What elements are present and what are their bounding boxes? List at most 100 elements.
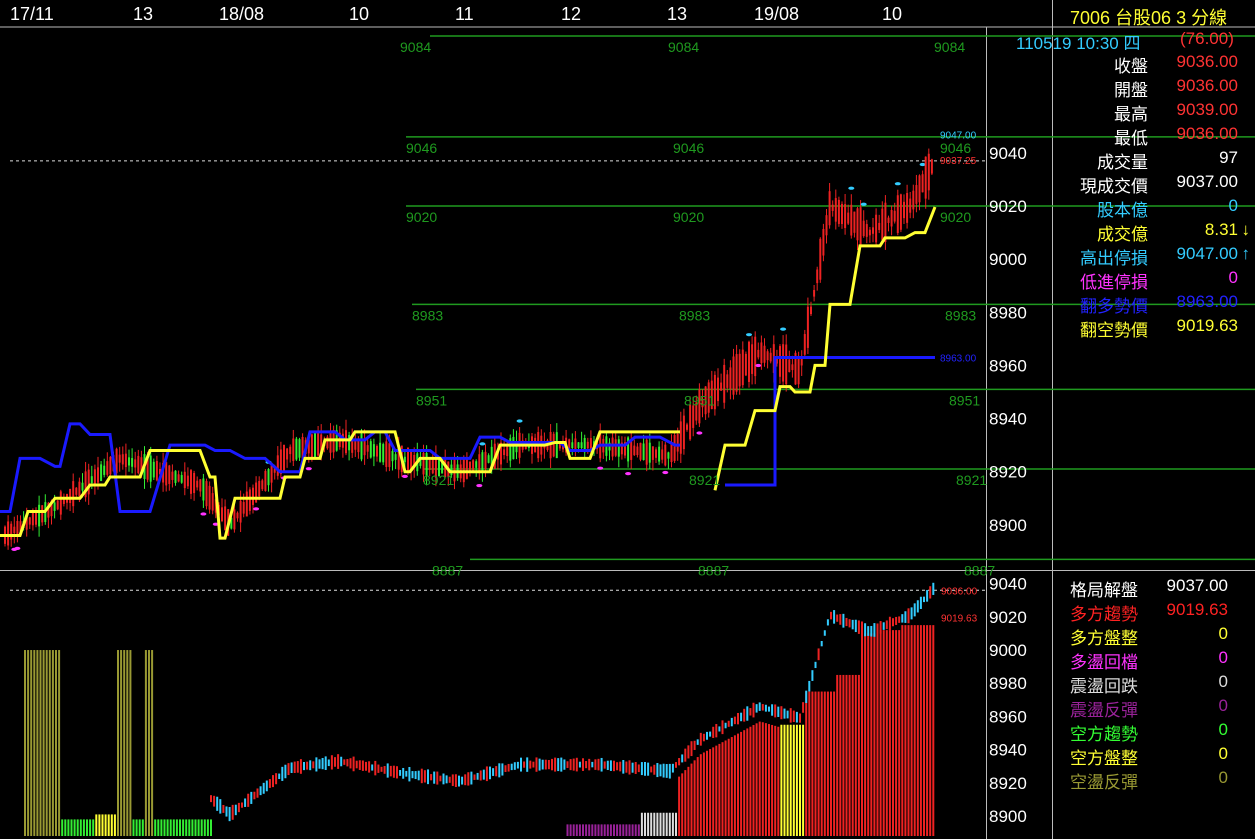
main-y-tick-label: 9000 bbox=[989, 250, 1027, 269]
quote-value: 9036.00 bbox=[1176, 124, 1238, 143]
sub-candle bbox=[631, 762, 634, 773]
candle-body bbox=[912, 190, 915, 210]
candle-body bbox=[611, 437, 614, 457]
sub-candle bbox=[566, 761, 569, 768]
candle-body bbox=[205, 481, 208, 507]
sub-candle bbox=[386, 763, 389, 778]
sub-candle bbox=[737, 712, 739, 725]
histogram-bar bbox=[82, 819, 85, 836]
low-stop-marker bbox=[662, 470, 669, 475]
sub-candle bbox=[433, 771, 436, 784]
sub-candle bbox=[544, 759, 547, 770]
histogram-bar bbox=[901, 625, 904, 836]
indicator-row: 多方盤整 0 bbox=[1058, 624, 1248, 648]
sub-candle bbox=[563, 759, 566, 770]
candle-body bbox=[295, 438, 298, 460]
level-label: 8983 bbox=[679, 307, 710, 323]
histogram-bar bbox=[892, 630, 894, 836]
sub-candle bbox=[609, 760, 612, 771]
histogram-bar bbox=[919, 625, 922, 836]
candle-body bbox=[828, 191, 831, 226]
sub-candle bbox=[448, 776, 451, 783]
histogram-bar bbox=[634, 824, 637, 836]
sub-candle bbox=[272, 775, 274, 788]
sub-candle bbox=[799, 713, 801, 723]
sub-candle bbox=[622, 759, 625, 774]
candle-body bbox=[875, 214, 878, 243]
sub-candle bbox=[826, 619, 829, 626]
candle-body bbox=[289, 446, 292, 455]
indicator-row: 格局解盤 9037.00 bbox=[1058, 576, 1248, 600]
sub-candle bbox=[461, 776, 464, 785]
sub-candle bbox=[492, 768, 495, 776]
candle-body bbox=[372, 444, 375, 457]
candle-body bbox=[394, 454, 397, 460]
candle-body bbox=[59, 491, 62, 515]
level-label: 8983 bbox=[945, 307, 976, 323]
candle-body bbox=[196, 480, 199, 488]
histogram-bar bbox=[808, 691, 811, 836]
main-y-tick-label: 8980 bbox=[989, 303, 1027, 322]
histogram-bar bbox=[820, 691, 823, 836]
sub-candle bbox=[374, 760, 377, 776]
x-tick-label: 10 bbox=[349, 4, 369, 24]
histogram-bar bbox=[179, 819, 181, 836]
histogram-bar bbox=[166, 819, 169, 836]
sub-candle bbox=[299, 759, 302, 774]
histogram-bar bbox=[774, 725, 777, 836]
candle-body bbox=[735, 354, 738, 392]
histogram-bar bbox=[795, 724, 798, 836]
low-stop-marker bbox=[625, 471, 632, 476]
histogram-bar bbox=[867, 633, 870, 836]
histogram-bar bbox=[182, 819, 185, 836]
histogram-bar bbox=[792, 724, 795, 836]
histogram-bar bbox=[730, 737, 733, 836]
sub-candle bbox=[405, 770, 408, 777]
candle-body bbox=[487, 455, 490, 463]
candle-body bbox=[729, 367, 732, 390]
histogram-bar bbox=[780, 724, 783, 836]
histogram-bar bbox=[888, 630, 891, 836]
sub-candle bbox=[699, 732, 702, 746]
sub-candle bbox=[675, 762, 677, 768]
sub-y-tick-label: 9040 bbox=[989, 575, 1027, 594]
candle-body bbox=[168, 465, 171, 484]
sub-candle bbox=[244, 798, 247, 807]
histogram-bar bbox=[144, 650, 147, 836]
candle-body bbox=[655, 449, 657, 458]
histogram-bar bbox=[148, 650, 150, 836]
candle-body bbox=[642, 443, 645, 460]
sub-candle bbox=[606, 760, 609, 770]
quote-row: 收盤 9036.00 bbox=[1058, 52, 1248, 76]
high-stop-marker bbox=[746, 333, 752, 337]
sub-candle bbox=[296, 761, 299, 773]
histogram-bar bbox=[665, 812, 668, 836]
sub-candle bbox=[854, 619, 857, 633]
histogram-bar bbox=[879, 630, 882, 836]
level-label: 9020 bbox=[673, 209, 704, 225]
candle-body bbox=[348, 434, 351, 451]
level-label: 9046 bbox=[406, 140, 437, 156]
candle-body bbox=[314, 432, 316, 458]
direction-arrow-icon: ↓ bbox=[1241, 220, 1251, 239]
histogram-bar bbox=[600, 824, 603, 836]
sub-candle bbox=[845, 617, 848, 627]
histogram-bar bbox=[197, 819, 200, 836]
histogram-bar bbox=[706, 750, 708, 836]
histogram-bar bbox=[678, 776, 681, 836]
sub-candle bbox=[464, 774, 467, 786]
candle-body bbox=[837, 199, 840, 224]
candle-body bbox=[193, 472, 196, 494]
histogram-bar bbox=[110, 814, 113, 836]
indicator-value: 0 bbox=[1218, 696, 1228, 715]
candle-body bbox=[636, 446, 639, 456]
histogram-bar bbox=[101, 814, 104, 836]
sub-candle bbox=[420, 768, 423, 784]
sub-candle bbox=[572, 758, 575, 771]
candle-body bbox=[763, 345, 766, 363]
histogram-bar bbox=[191, 819, 194, 836]
indicator-value: 0 bbox=[1218, 744, 1228, 763]
candle-body bbox=[670, 444, 673, 463]
candle-body bbox=[630, 439, 633, 460]
indicator-value: 0 bbox=[1218, 648, 1228, 667]
